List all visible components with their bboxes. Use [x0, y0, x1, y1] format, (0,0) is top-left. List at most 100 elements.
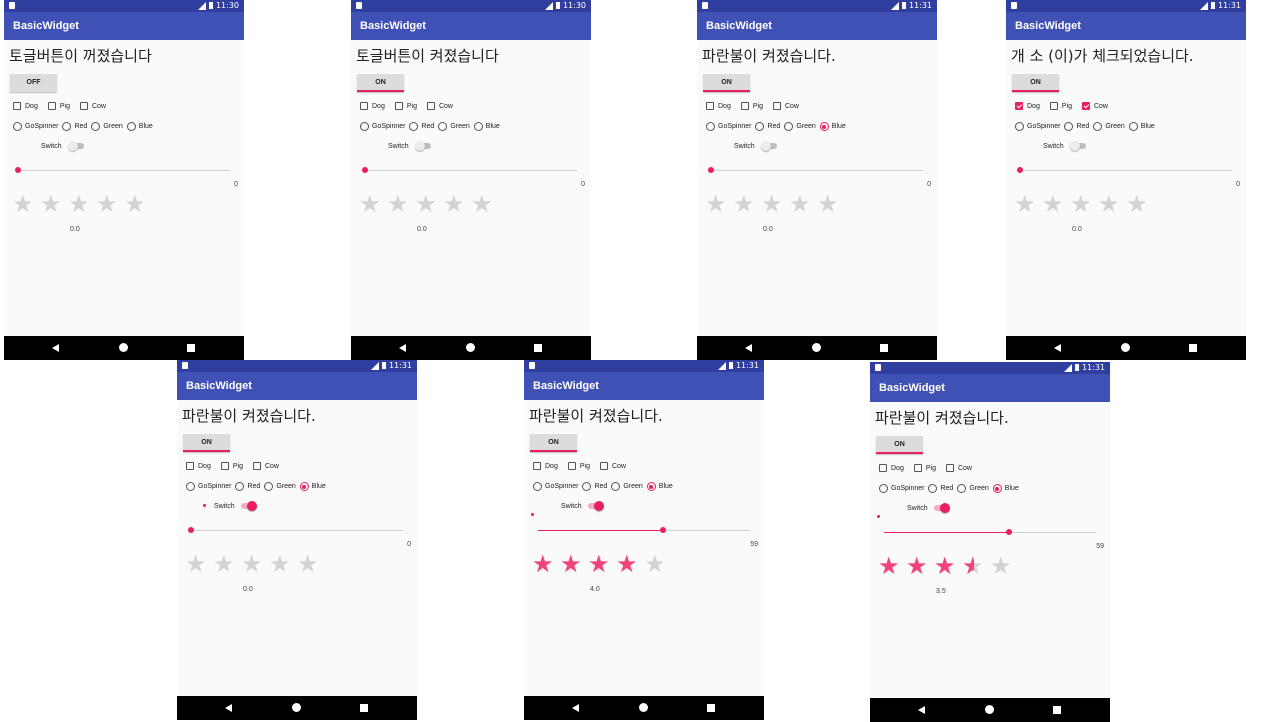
radio-blue[interactable]: [473, 122, 483, 131]
star-icon[interactable]: ★: [1070, 192, 1094, 216]
rating-bar[interactable]: ★ ★ ★ ★ ★ ★ ★ ★ ★: [532, 552, 672, 576]
radio-blue[interactable]: [819, 122, 829, 131]
rating-bar[interactable]: ★ ★ ★ ★ ★ ★ ★ ★ ★: [878, 554, 1018, 578]
toggle-button[interactable]: ON: [183, 434, 230, 452]
checkbox-cow[interactable]: [772, 102, 781, 110]
seek-bar[interactable]: [884, 528, 1096, 538]
star-icon[interactable]: ★: [990, 554, 1014, 578]
checkbox-dog[interactable]: [186, 462, 194, 470]
back-icon[interactable]: [52, 344, 59, 352]
checkbox-dog[interactable]: [879, 464, 887, 472]
star-icon[interactable]: ★: [96, 192, 120, 216]
seek-bar[interactable]: [188, 526, 403, 536]
star-icon[interactable]: ★: [40, 192, 64, 216]
radio-green[interactable]: [438, 122, 448, 131]
radio-red[interactable]: [409, 122, 419, 131]
rating-bar[interactable]: ★ ★ ★ ★ ★: [705, 192, 845, 216]
radio-red[interactable]: [755, 122, 765, 131]
star-icon[interactable]: ★ ★: [588, 552, 612, 576]
radio-red[interactable]: [235, 482, 245, 491]
checkbox-dog[interactable]: [706, 102, 714, 110]
toggle-button[interactable]: ON: [703, 74, 750, 92]
switch-thumb[interactable]: [1069, 141, 1080, 151]
checkbox-pig[interactable]: [913, 464, 922, 472]
back-icon[interactable]: [745, 344, 752, 352]
radio-red[interactable]: [928, 484, 938, 493]
toggle-button[interactable]: ON: [357, 74, 404, 92]
home-icon[interactable]: [466, 343, 475, 352]
star-icon[interactable]: ★: [1098, 192, 1122, 216]
checkbox-pig[interactable]: [740, 102, 749, 110]
rating-bar[interactable]: ★ ★ ★ ★ ★: [185, 552, 325, 576]
toggle-button[interactable]: OFF: [10, 74, 57, 92]
recent-apps-icon[interactable]: [360, 704, 368, 712]
home-icon[interactable]: [985, 705, 994, 714]
back-icon[interactable]: [572, 704, 579, 712]
back-icon[interactable]: [225, 704, 232, 712]
seek-bar[interactable]: [1017, 166, 1232, 176]
radio-gospinner[interactable]: [13, 122, 22, 131]
checkbox-pig[interactable]: [220, 462, 229, 470]
star-icon[interactable]: ★: [241, 552, 265, 576]
recent-apps-icon[interactable]: [707, 704, 715, 712]
radio-gospinner[interactable]: [533, 482, 542, 491]
radio-blue[interactable]: [299, 482, 309, 491]
switch-toggle[interactable]: [587, 501, 604, 511]
checkbox-dog[interactable]: [533, 462, 541, 470]
checkbox-cow[interactable]: [252, 462, 261, 470]
radio-green[interactable]: [957, 484, 967, 493]
radio-red[interactable]: [582, 482, 592, 491]
star-icon[interactable]: ★: [185, 552, 209, 576]
star-icon[interactable]: ★ ★: [878, 554, 902, 578]
star-icon[interactable]: ★: [1042, 192, 1066, 216]
star-icon[interactable]: ★: [644, 552, 668, 576]
back-icon[interactable]: [399, 344, 406, 352]
radio-green[interactable]: [611, 482, 621, 491]
switch-toggle[interactable]: [240, 501, 257, 511]
switch-thumb[interactable]: [760, 141, 771, 151]
star-icon[interactable]: ★: [124, 192, 148, 216]
home-icon[interactable]: [1121, 343, 1130, 352]
star-icon[interactable]: ★: [12, 192, 36, 216]
toggle-button[interactable]: ON: [1012, 74, 1059, 92]
radio-green[interactable]: [784, 122, 794, 131]
rating-bar[interactable]: ★ ★ ★ ★ ★: [12, 192, 152, 216]
checkbox-dog[interactable]: [1015, 102, 1023, 110]
seek-thumb[interactable]: [660, 527, 666, 533]
checkbox-pig[interactable]: [1049, 102, 1058, 110]
radio-gospinner[interactable]: [879, 484, 888, 493]
radio-blue[interactable]: [646, 482, 656, 491]
star-icon[interactable]: ★: [733, 192, 757, 216]
checkbox-cow[interactable]: [599, 462, 608, 470]
star-icon[interactable]: ★: [705, 192, 729, 216]
home-icon[interactable]: [119, 343, 128, 352]
radio-blue[interactable]: [1128, 122, 1138, 131]
checkbox-cow[interactable]: [426, 102, 435, 110]
switch-thumb[interactable]: [414, 141, 425, 151]
star-icon[interactable]: ★: [761, 192, 785, 216]
seek-thumb[interactable]: [362, 167, 368, 173]
seek-thumb[interactable]: [1017, 167, 1023, 173]
seek-thumb[interactable]: [1006, 529, 1012, 535]
radio-gospinner[interactable]: [360, 122, 369, 131]
star-icon[interactable]: ★: [297, 552, 321, 576]
checkbox-pig[interactable]: [567, 462, 576, 470]
radio-gospinner[interactable]: [706, 122, 715, 131]
switch-thumb[interactable]: [593, 501, 604, 511]
rating-bar[interactable]: ★ ★ ★ ★ ★: [359, 192, 499, 216]
star-icon[interactable]: ★: [471, 192, 495, 216]
radio-green[interactable]: [1093, 122, 1103, 131]
checkbox-cow[interactable]: [945, 464, 954, 472]
star-icon[interactable]: ★: [1126, 192, 1150, 216]
checkbox-dog[interactable]: [360, 102, 368, 110]
star-icon[interactable]: ★: [68, 192, 92, 216]
star-icon[interactable]: ★: [817, 192, 841, 216]
switch-toggle[interactable]: [414, 141, 431, 151]
home-icon[interactable]: [292, 703, 301, 712]
switch-toggle[interactable]: [933, 503, 950, 513]
seek-bar[interactable]: [538, 526, 750, 536]
star-icon[interactable]: ★ ★: [906, 554, 930, 578]
radio-blue[interactable]: [126, 122, 136, 131]
star-icon[interactable]: ★ ★: [616, 552, 640, 576]
home-icon[interactable]: [639, 703, 648, 712]
